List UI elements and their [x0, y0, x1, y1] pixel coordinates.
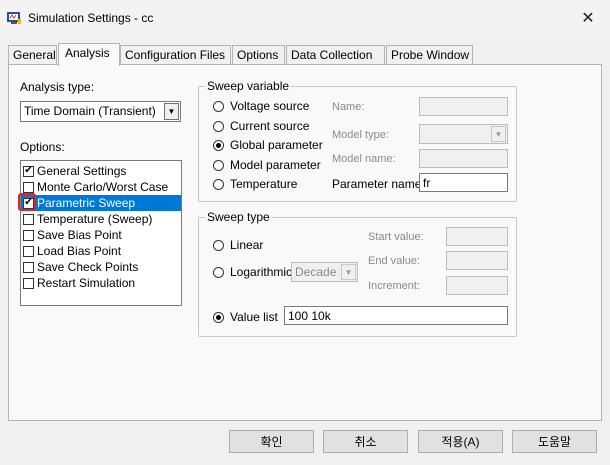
log-scale-value: Decade	[295, 265, 337, 279]
close-icon: ✕	[581, 10, 595, 27]
option-label: Monte Carlo/Worst Case	[37, 180, 169, 194]
name-label: Name:	[332, 101, 365, 113]
radio-button[interactable]	[213, 311, 224, 323]
options-listbox[interactable]: ✔ General Settings Monte Carlo/Worst Cas…	[20, 160, 182, 306]
value-list-input[interactable]: 100 10k	[284, 306, 508, 325]
radio-value-list[interactable]: Value list	[213, 310, 278, 324]
option-label: General Settings	[37, 164, 127, 178]
model-name-input[interactable]	[419, 149, 508, 168]
radio-label: Current source	[230, 119, 310, 133]
analysis-type-label: Analysis type:	[20, 80, 95, 94]
radio-label: Temperature	[230, 177, 298, 191]
option-parametric-sweep[interactable]: ✔ Parametric Sweep	[21, 195, 181, 211]
option-label: Parametric Sweep	[37, 196, 136, 210]
checkbox-restart-simulation[interactable]	[23, 277, 34, 289]
radio-button[interactable]	[213, 100, 224, 112]
increment-label: Increment:	[368, 280, 420, 292]
radio-label: Global parameter	[230, 138, 323, 152]
option-load-bias-point[interactable]: Load Bias Point	[21, 243, 181, 259]
radio-label: Value list	[230, 310, 278, 324]
radio-temperature[interactable]: Temperature	[213, 177, 297, 191]
radio-label: Logarithmic	[230, 265, 293, 279]
option-label: Save Check Points	[37, 260, 139, 274]
close-button[interactable]: ✕	[570, 4, 606, 32]
sweep-type-legend: Sweep type	[205, 210, 272, 224]
parameter-name-input[interactable]: fr	[419, 173, 508, 192]
checkbox-parametric-sweep[interactable]: ✔	[23, 197, 34, 209]
model-type-dropdown[interactable]: ▼	[419, 124, 508, 144]
window-title: Simulation Settings - cc	[28, 11, 154, 25]
option-save-check-points[interactable]: Save Check Points	[21, 259, 181, 275]
option-label: Save Bias Point	[37, 228, 122, 242]
option-save-bias-point[interactable]: Save Bias Point	[21, 227, 181, 243]
end-value-input[interactable]	[446, 251, 508, 270]
radio-button[interactable]	[213, 266, 224, 278]
radio-button[interactable]	[213, 120, 224, 132]
sweep-variable-legend: Sweep variable	[205, 79, 292, 93]
radio-current-source[interactable]: Current source	[213, 119, 309, 133]
ok-button[interactable]: 확인	[229, 430, 314, 453]
tab-data-collection[interactable]: Data Collection	[286, 45, 385, 65]
chevron-down-icon: ▼	[164, 103, 179, 120]
analysis-type-dropdown[interactable]: Time Domain (Transient) ▼	[20, 101, 181, 122]
chevron-down-icon: ▼	[491, 126, 506, 142]
option-label: Temperature (Sweep)	[37, 212, 153, 226]
checkbox-general-settings[interactable]: ✔	[23, 165, 34, 177]
log-scale-dropdown[interactable]: Decade ▼	[291, 262, 358, 282]
start-value-label: Start value:	[368, 231, 424, 243]
cancel-button[interactable]: 취소	[323, 430, 408, 453]
tab-options[interactable]: Options	[232, 45, 285, 65]
increment-input[interactable]	[446, 276, 508, 295]
title-bar[interactable]: Simulation Settings - cc ✕	[0, 0, 610, 38]
checkbox-save-check-points[interactable]	[23, 261, 34, 273]
option-general-settings[interactable]: ✔ General Settings	[21, 163, 181, 179]
model-type-label: Model type:	[332, 129, 389, 141]
radio-logarithmic[interactable]: Logarithmic	[213, 265, 292, 279]
help-button[interactable]: 도움말	[512, 430, 597, 453]
option-label: Restart Simulation	[37, 276, 136, 290]
radio-model-parameter[interactable]: Model parameter	[213, 158, 321, 172]
tab-configuration-files[interactable]: Configuration Files	[120, 45, 231, 65]
radio-label: Linear	[230, 238, 264, 252]
checkbox-temperature-sweep[interactable]	[23, 213, 34, 225]
tab-probe-window[interactable]: Probe Window	[386, 45, 473, 65]
checkbox-load-bias-point[interactable]	[23, 245, 34, 257]
pspice-app-icon	[7, 12, 21, 24]
radio-label: Voltage source	[230, 99, 310, 113]
radio-button[interactable]	[213, 139, 224, 151]
radio-button[interactable]	[213, 178, 224, 190]
simulation-settings-dialog: Simulation Settings - cc ✕ General Analy…	[0, 0, 610, 465]
start-value-input[interactable]	[446, 227, 508, 246]
name-input[interactable]	[419, 97, 508, 116]
radio-label: Model parameter	[230, 158, 321, 172]
apply-button[interactable]: 적용(A)	[418, 430, 503, 453]
checkbox-monte-carlo[interactable]	[23, 181, 34, 193]
option-label: Load Bias Point	[37, 244, 122, 258]
end-value-label: End value:	[368, 255, 420, 267]
radio-global-parameter[interactable]: Global parameter	[213, 138, 323, 152]
option-restart-simulation[interactable]: Restart Simulation	[21, 275, 181, 291]
radio-button[interactable]	[213, 239, 224, 251]
option-temperature-sweep[interactable]: Temperature (Sweep)	[21, 211, 181, 227]
radio-button[interactable]	[213, 159, 224, 171]
options-label: Options:	[20, 140, 65, 154]
radio-voltage-source[interactable]: Voltage source	[213, 99, 309, 113]
checkbox-save-bias-point[interactable]	[23, 229, 34, 241]
parameter-name-label: Parameter name:	[332, 177, 425, 191]
model-name-label: Model name:	[332, 153, 396, 165]
tab-analysis[interactable]: Analysis	[58, 43, 120, 66]
chevron-down-icon: ▼	[341, 264, 356, 280]
radio-linear[interactable]: Linear	[213, 238, 263, 252]
option-monte-carlo[interactable]: Monte Carlo/Worst Case	[21, 179, 181, 195]
analysis-type-value: Time Domain (Transient)	[24, 104, 156, 118]
tab-general[interactable]: General	[8, 45, 57, 65]
